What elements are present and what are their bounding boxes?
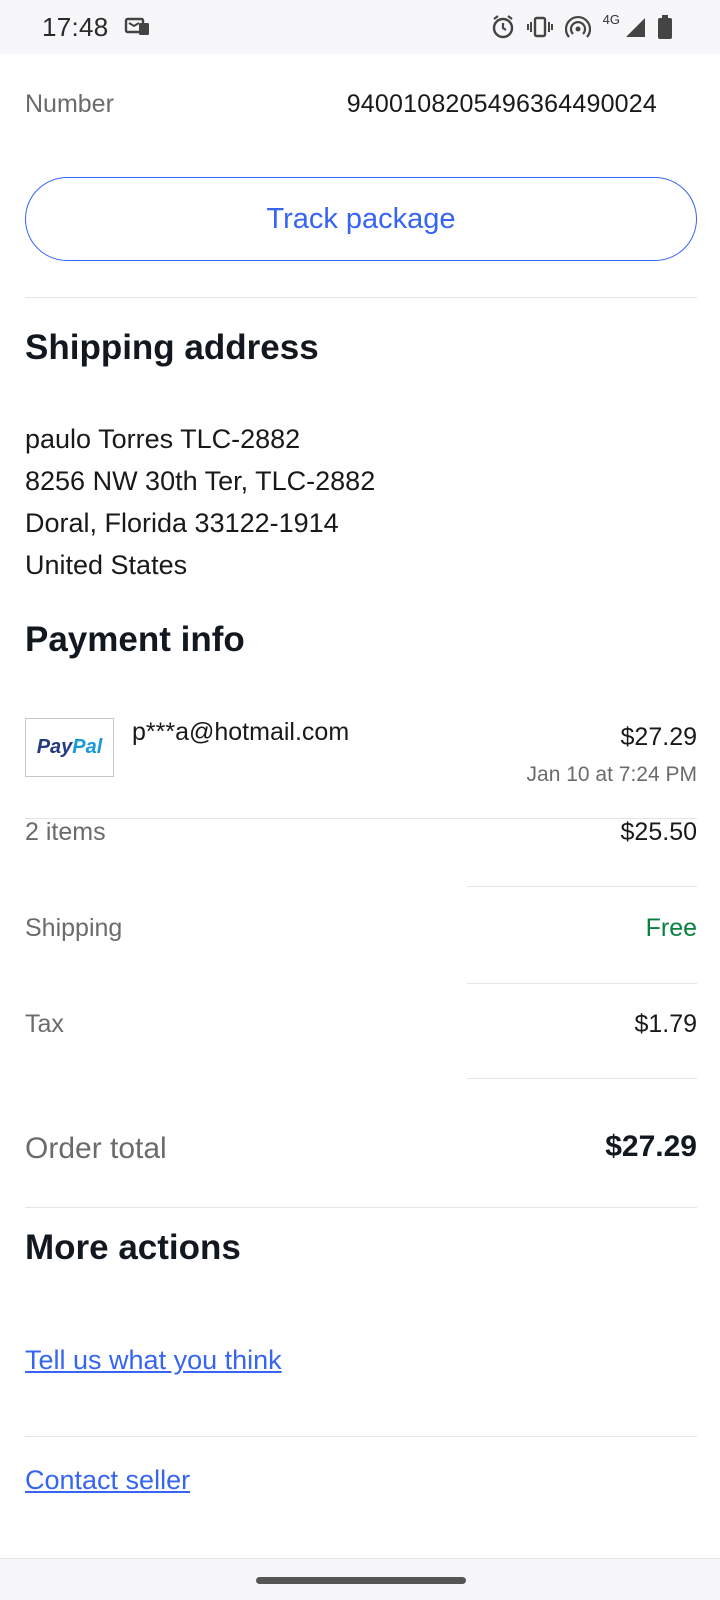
battery-icon xyxy=(658,15,672,39)
divider xyxy=(467,886,697,887)
summary-row-tax: Tax $1.79 xyxy=(25,1010,697,1050)
order-total-value: $27.29 xyxy=(605,1130,697,1163)
divider xyxy=(467,983,697,984)
signal-icon xyxy=(624,16,646,38)
summary-label: Shipping xyxy=(25,914,123,942)
hotspot-icon xyxy=(564,15,591,39)
payment-info-title: Payment info xyxy=(25,620,245,659)
divider xyxy=(467,1078,697,1079)
system-nav-bar xyxy=(0,1558,720,1600)
payment-amount: $27.29 xyxy=(620,723,697,751)
paypal-logo-text-pay: Pay xyxy=(36,736,73,758)
divider xyxy=(25,1207,697,1208)
shipping-address-title: Shipping address xyxy=(25,328,319,367)
summary-row-items: 2 items $25.50 xyxy=(25,818,697,858)
home-handle[interactable] xyxy=(256,1577,466,1584)
tracking-label: Number xyxy=(25,90,114,118)
address-line-name: paulo Torres TLC-2882 xyxy=(25,424,301,454)
summary-label: 2 items xyxy=(25,818,106,846)
track-package-button[interactable]: Track package xyxy=(25,177,697,261)
status-time: 17:48 xyxy=(42,12,109,42)
address-line-street: 8256 NW 30th Ter, TLC-2882 xyxy=(25,466,376,496)
divider xyxy=(25,1436,697,1437)
status-icons: 4G xyxy=(491,12,672,42)
address-line-city: Doral, Florida 33122-1914 xyxy=(25,508,339,538)
status-bar: 17:48 4G xyxy=(0,0,720,54)
contact-seller-link[interactable]: Contact seller xyxy=(25,1465,190,1496)
order-total-label: Order total xyxy=(25,1132,167,1165)
tracking-number-row: Number 9400108205496364490024 xyxy=(25,86,697,126)
paypal-logo-text-pal: Pal xyxy=(72,736,103,758)
address-line-country: United States xyxy=(25,550,188,580)
summary-value: $25.50 xyxy=(620,818,697,846)
notification-icon xyxy=(124,14,150,38)
alarm-icon xyxy=(491,14,515,40)
payment-account: p***a@hotmail.com xyxy=(132,718,350,746)
tracking-number: 9400108205496364490024 xyxy=(346,90,657,118)
vibrate-icon xyxy=(526,15,553,39)
more-actions-title: More actions xyxy=(25,1228,241,1267)
summary-value: $1.79 xyxy=(634,1010,697,1038)
shipping-address: paulo Torres TLC-2882 8256 NW 30th Ter, … xyxy=(25,418,375,586)
summary-label: Tax xyxy=(25,1010,64,1038)
paypal-logo: PayPal xyxy=(25,718,114,777)
summary-row-shipping: Shipping Free xyxy=(25,914,697,954)
summary-value: Free xyxy=(645,914,697,942)
feedback-link[interactable]: Tell us what you think xyxy=(25,1345,282,1376)
network-label: 4G xyxy=(602,11,620,27)
divider xyxy=(25,297,697,298)
payment-date: Jan 10 at 7:24 PM xyxy=(526,763,697,786)
